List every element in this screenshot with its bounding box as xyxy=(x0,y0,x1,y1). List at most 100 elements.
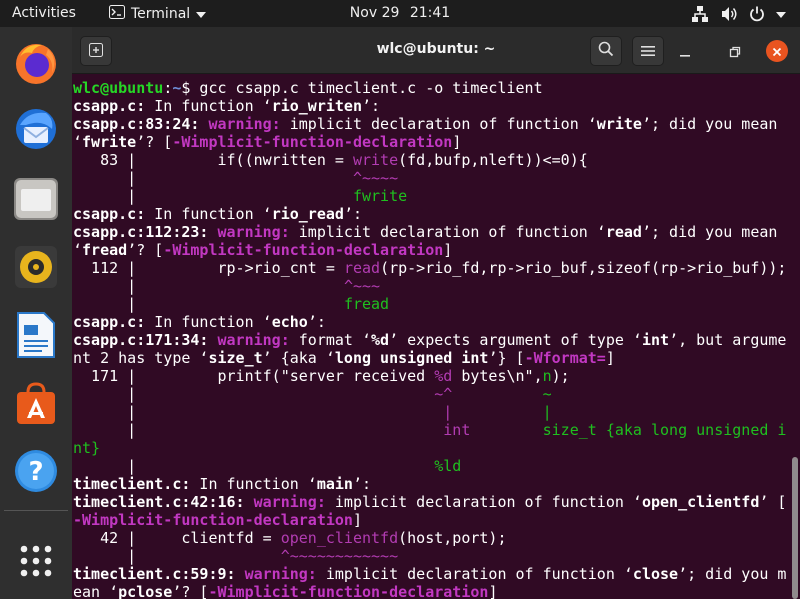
terminal-text-segment: csapp.c: xyxy=(73,205,146,223)
terminal-text-segment: main xyxy=(316,475,353,493)
terminal-text-segment: (host,port); xyxy=(398,529,507,547)
terminal-text-segment: | xyxy=(73,187,353,205)
terminal-line: | ^~~~ xyxy=(73,277,800,295)
terminal-text-segment: write xyxy=(352,151,399,169)
terminal-text-segment: In function ‘ xyxy=(190,475,317,493)
terminal-text-segment: n xyxy=(542,367,552,385)
terminal-text-segment: ean ‘ xyxy=(73,583,119,599)
terminal-line: | fread xyxy=(73,295,800,313)
close-button[interactable] xyxy=(766,40,788,62)
terminal-text-segment: ~^ xyxy=(434,385,453,403)
firefox-icon[interactable] xyxy=(10,37,62,89)
scrollbar-thumb[interactable] xyxy=(792,457,798,599)
terminal-line: csapp.c:112:23: warning: implicit declar… xyxy=(73,223,800,241)
terminal-text-segment: ’, but argume xyxy=(669,331,787,349)
terminal-text-segment: ] xyxy=(605,349,615,367)
terminal-text-segment: int xyxy=(641,331,670,349)
terminal-text-segment: fwrite xyxy=(352,187,408,205)
terminal-text-segment: 171 | printf("server received xyxy=(73,367,435,385)
terminal-line: csapp.c:171:34: warning: format ‘%d’ exp… xyxy=(73,331,800,349)
terminal-text-segment: ^~~~~ xyxy=(352,169,399,187)
network-icon[interactable] xyxy=(691,5,709,23)
terminal-text-segment: ’; did you mean xyxy=(641,115,778,133)
terminal-text-segment: ~ xyxy=(542,385,552,403)
terminal-text-segment: fread xyxy=(343,295,390,313)
minimize-icon xyxy=(679,43,691,62)
terminal-text-segment: format ‘ xyxy=(289,331,372,349)
terminal-text-segment: size_t xyxy=(208,349,263,367)
terminal-text-segment: In function ‘ xyxy=(145,97,272,115)
terminal-text-segment: open_clientfd xyxy=(280,529,399,547)
libreoffice-writer-icon[interactable] xyxy=(10,309,62,361)
ubuntu-software-icon[interactable] xyxy=(10,377,62,429)
terminal-line: 171 | printf("server received %d bytes\n… xyxy=(73,367,800,385)
terminal-text-segment: ’; did you m xyxy=(678,565,787,583)
terminal-text-segment: fread xyxy=(82,241,128,259)
clock-time: 21:41 xyxy=(409,5,451,21)
system-menu-chevron-icon[interactable] xyxy=(775,5,793,23)
terminal-text-segment: ] xyxy=(352,511,362,529)
terminal-text-segment: wlc@ubuntu xyxy=(73,79,164,97)
minimize-button[interactable] xyxy=(679,43,691,62)
files-icon[interactable] xyxy=(10,173,62,225)
terminal-text-segment: csapp.c: xyxy=(73,97,146,115)
show-applications-icon[interactable] xyxy=(10,535,62,587)
terminal-text-segment: ^~~~~~~~~~~~~ xyxy=(280,547,399,565)
close-icon xyxy=(772,42,782,61)
terminal-text-segment: size_t {aka long unsigned i xyxy=(542,421,787,439)
header-bar: wlc@ubuntu: ~ xyxy=(72,27,800,74)
terminal-line: 42 | clientfd = open_clientfd(host,port)… xyxy=(73,529,800,547)
terminal-text-segment: csapp.c:112:23: xyxy=(73,223,209,241)
terminal-text-segment: ); xyxy=(551,367,570,385)
terminal-text-segment: nt} xyxy=(73,439,101,457)
terminal-text-segment: warning: xyxy=(253,493,326,511)
svg-text:?: ? xyxy=(28,457,43,487)
terminal-text-segment: warning: xyxy=(217,223,290,241)
clock[interactable]: Nov 29 21:41 xyxy=(0,5,800,21)
terminal-text-segment: %d xyxy=(434,367,453,385)
terminal-text-segment: rio_writen xyxy=(271,97,362,115)
terminal-line: | int size_t {aka long unsigned i xyxy=(73,421,800,439)
terminal-text-segment: implicit declaration of function ‘ xyxy=(325,493,642,511)
terminal-line: csapp.c: In function ‘rio_writen’: xyxy=(73,97,800,115)
terminal-line: nt} xyxy=(73,439,800,457)
top-panel: Activities Terminal Nov 29 21:41 xyxy=(0,0,800,27)
terminal-output[interactable]: wlc@ubuntu: ~ $ gcc csapp.c timeclient.c -… xyxy=(73,79,800,599)
terminal-line: csapp.c: In function ‘echo’: xyxy=(73,313,800,331)
dock-separator xyxy=(4,510,68,520)
terminal-line: | ~^ ~ xyxy=(73,385,800,403)
terminal-text-segment: ’: xyxy=(352,475,372,493)
terminal-text-segment: ’; did you mean xyxy=(641,223,778,241)
terminal-text-segment: nt 2 has type ‘ xyxy=(73,349,209,367)
terminal-text-segment: timeclient.c: xyxy=(73,475,191,493)
clock-date: Nov 29 xyxy=(349,5,400,21)
help-icon[interactable]: ? xyxy=(10,445,62,497)
terminal-line: 83 | if((nwritten = write(fd,bufp,nleft)… xyxy=(73,151,800,169)
terminal-text-segment: warning: xyxy=(217,331,290,349)
dock: ? xyxy=(0,27,72,599)
terminal-text-segment: bytes\n", xyxy=(452,367,543,385)
rhythmbox-icon[interactable] xyxy=(10,241,62,293)
terminal-text-segment: -Wimplicit-function-declaration xyxy=(208,583,489,599)
maximize-button[interactable] xyxy=(729,43,741,62)
terminal-text-segment: implicit declaration of function ‘ xyxy=(289,223,606,241)
terminal-line: | %ld xyxy=(73,457,800,475)
power-icon[interactable] xyxy=(748,5,766,23)
volume-icon[interactable] xyxy=(720,5,738,23)
terminal-text-segment: -Wimplicit-function-declaration xyxy=(73,511,353,529)
terminal-line: timeclient.c: In function ‘main’: xyxy=(73,475,800,493)
terminal-text-segment: ’: xyxy=(343,205,362,223)
terminal-text-segment: ’} [ xyxy=(488,349,525,367)
thunderbird-icon[interactable] xyxy=(10,103,62,155)
terminal-text-segment: %d xyxy=(371,331,390,349)
terminal-line: | fwrite xyxy=(73,187,800,205)
terminal-text-segment: echo xyxy=(271,313,308,331)
terminal-text-segment: -Wimplicit-function-declaration xyxy=(163,241,444,259)
search-button[interactable] xyxy=(590,36,622,66)
terminal-window: wlc@ubuntu: ~ wlc@ubuntu:~$ gcc csapp.c … xyxy=(72,27,800,599)
terminal-text-segment: -Wformat= xyxy=(524,349,606,367)
menu-button[interactable] xyxy=(632,36,664,66)
